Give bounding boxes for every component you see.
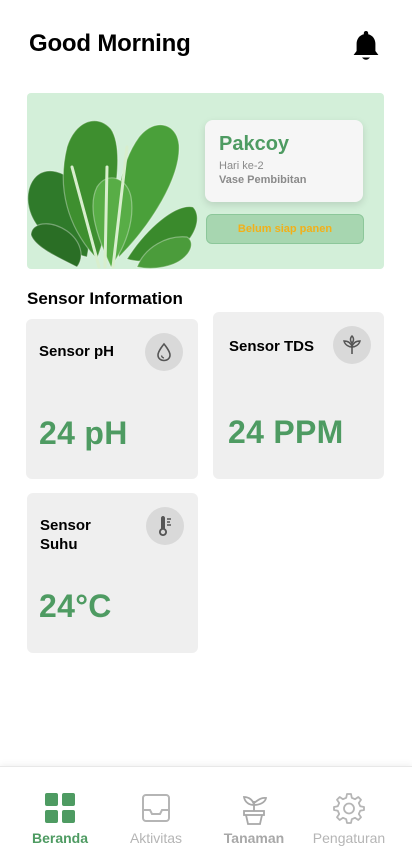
pakcoy-plant-image	[27, 120, 198, 269]
inbox-icon	[142, 794, 170, 822]
sensor-ph-card[interactable]: Sensor pH 24 pH	[26, 319, 198, 479]
sprout-icon	[333, 326, 371, 364]
sensor-temp-value: 24°C	[39, 588, 112, 624]
nav-item-aktivitas[interactable]: Aktivitas	[114, 767, 198, 865]
plant-info-box: Pakcoy Hari ke-2 Vase Pembibitan	[205, 120, 363, 202]
bottom-navigation: Beranda Aktivitas Tanaman Pengaturan	[0, 766, 412, 865]
greeting-title: Good Morning	[29, 30, 191, 57]
harvest-status-button[interactable]: Belum siap panen	[206, 214, 364, 244]
nav-item-tanaman[interactable]: Tanaman	[212, 767, 296, 865]
nav-label-aktivitas: Aktivitas	[129, 830, 183, 846]
sensor-tds-value: 24 PPM	[228, 414, 344, 450]
sensor-temp-label: Sensor Suhu	[40, 516, 91, 554]
potted-plant-icon	[242, 796, 268, 825]
water-drop-icon	[145, 333, 183, 371]
nav-item-pengaturan[interactable]: Pengaturan	[305, 767, 393, 865]
sensor-temp-label-line1: Sensor	[40, 517, 91, 534]
thermometer-icon	[146, 507, 184, 545]
sensor-ph-label: Sensor pH	[39, 343, 115, 360]
bell-icon[interactable]	[351, 29, 381, 63]
gear-icon	[333, 793, 365, 824]
sensor-temp-card[interactable]: Sensor Suhu 24°C	[27, 493, 198, 653]
nav-label-tanaman: Tanaman	[223, 830, 285, 846]
nav-label-pengaturan: Pengaturan	[312, 830, 386, 846]
plant-card[interactable]: Pakcoy Hari ke-2 Vase Pembibitan Belum s…	[27, 93, 384, 269]
sensor-tds-card[interactable]: Sensor TDS 24 PPM	[213, 312, 384, 479]
plant-day: Hari ke-2	[219, 160, 264, 172]
plant-name: Pakcoy	[219, 133, 290, 155]
plant-location: Vase Pembibitan	[219, 174, 307, 186]
nav-label-beranda: Beranda	[31, 830, 89, 846]
sensor-tds-label: Sensor TDS	[229, 338, 315, 355]
sensor-ph-value: 24 pH	[39, 415, 128, 451]
grid-icon	[45, 793, 75, 823]
nav-item-beranda[interactable]: Beranda	[20, 767, 100, 865]
sensor-temp-label-line2: Suhu	[40, 536, 78, 553]
sensor-section-title: Sensor Information	[27, 289, 183, 308]
